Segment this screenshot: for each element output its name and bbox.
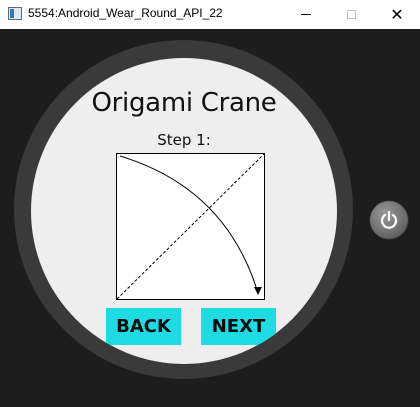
app-title: Origami Crane: [91, 88, 277, 118]
maximize-button: [328, 0, 374, 29]
minimize-icon: [301, 14, 311, 15]
minimize-button[interactable]: [283, 0, 329, 29]
close-icon: ✕: [390, 4, 404, 24]
step-label: Step 1:: [157, 131, 211, 149]
power-icon: [380, 210, 398, 229]
window-title: 5554:Android_Wear_Round_API_22: [28, 6, 223, 20]
back-button[interactable]: BACK: [106, 308, 181, 345]
watch-screen[interactable]: Origami Crane Step 1: BACK NEXT: [31, 58, 337, 364]
emulator-window: 5554:Android_Wear_Round_API_22 ✕ Origami…: [0, 0, 420, 407]
app-icon: [8, 7, 22, 20]
close-button[interactable]: ✕: [374, 0, 420, 29]
fold-diagram: [116, 153, 265, 300]
fold-diagram-graphic: [116, 153, 265, 300]
power-button[interactable]: [370, 201, 408, 239]
next-button[interactable]: NEXT: [201, 308, 276, 345]
title-bar[interactable]: 5554:Android_Wear_Round_API_22 ✕: [0, 0, 420, 29]
maximize-icon: [346, 10, 356, 19]
